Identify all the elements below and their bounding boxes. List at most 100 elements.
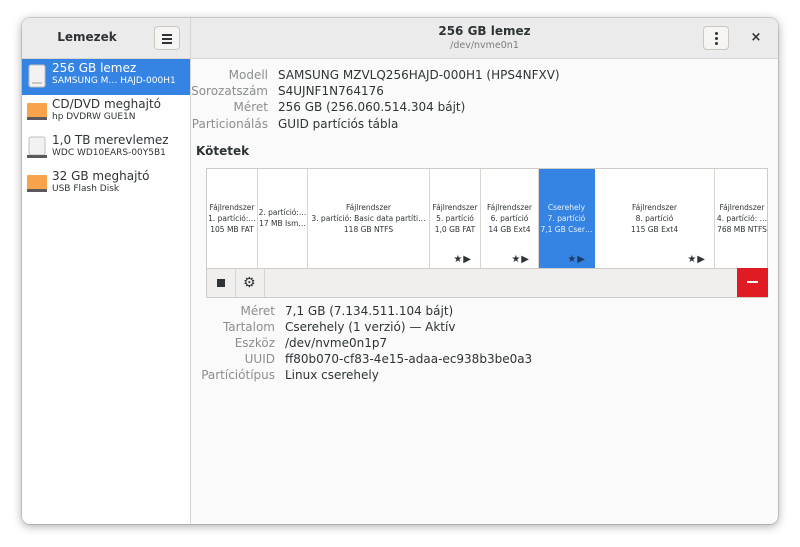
partition-name: 7. partíció bbox=[547, 214, 586, 223]
gear-icon: ⚙ bbox=[243, 275, 256, 291]
partition-type: Fájlrendszer bbox=[346, 203, 391, 212]
partition-6[interactable]: Fájlrendszer 6. partíció 14 GB Ext4 ★▶ bbox=[481, 169, 539, 268]
partition-name: 6. partíció bbox=[490, 214, 529, 223]
sidebar-item-256gb-disk[interactable]: 256 GB lemez SAMSUNG M… HAJD-000H1 bbox=[22, 59, 190, 95]
partition-size: 105 MB FAT bbox=[210, 225, 254, 234]
partition-4[interactable]: Fájlrendszer 4. partíció: … 768 MB NTFS bbox=[715, 169, 768, 268]
model-label: Modell bbox=[228, 68, 268, 82]
partition-size: 1,0 GB FAT bbox=[434, 225, 476, 234]
disk-name: 256 GB lemez bbox=[52, 61, 137, 75]
partition-type-value: Linux cserehely bbox=[285, 368, 379, 382]
partition-size: 768 MB NTFS bbox=[717, 225, 767, 234]
partition-label: Fájlrendszer 4. partíció: … 768 MB NTFS bbox=[715, 202, 768, 235]
partition-settings-button[interactable]: ⚙ bbox=[236, 269, 265, 297]
partition-size: 115 GB Ext4 bbox=[631, 225, 678, 234]
disks-window: Lemezek 256 GB lemez SAMSUNG M… HAJD-000… bbox=[22, 18, 778, 524]
partition-label: Fájlrendszer 6. partíció 14 GB Ext4 bbox=[481, 202, 538, 235]
mounted-play-icon: ★▶ bbox=[511, 254, 530, 265]
partition-name: 1. partíció:… bbox=[208, 214, 256, 223]
partition-2[interactable]: 2. partíció:… 17 MB Ism… bbox=[258, 169, 308, 268]
device-value: /dev/nvme0n1p7 bbox=[285, 336, 388, 350]
sidebar-item-32gb-usb-drive[interactable]: 32 GB meghajtó USB Flash Disk bbox=[22, 167, 190, 203]
usb-drive-icon bbox=[27, 175, 47, 192]
disk-name: 32 GB meghajtó bbox=[52, 169, 150, 183]
partition-toolbar: ⚙ bbox=[206, 268, 768, 298]
uuid-value: ff80b070-cf83-4e15-adaa-ec938b3be0a3 bbox=[285, 352, 533, 366]
serial-value: S4UJNF1N764176 bbox=[278, 84, 384, 98]
sidebar-header: Lemezek bbox=[22, 18, 190, 59]
partition-size: 7,1 GB Cser… bbox=[540, 225, 593, 234]
sidebar-item-1tb-hard-disk[interactable]: 1,0 TB merevlemez WDC WD10EARS-00Y5B1 bbox=[22, 131, 190, 167]
partition-name: 8. partíció bbox=[635, 214, 674, 223]
partition-label: Fájlrendszer 1. partíció:… 105 MB FAT bbox=[207, 202, 257, 235]
menu-icon-bar bbox=[162, 42, 172, 44]
stop-icon bbox=[217, 279, 225, 287]
delete-partition-button[interactable] bbox=[737, 268, 768, 297]
volume-map: Fájlrendszer 1. partíció:… 105 MB FAT 2.… bbox=[206, 168, 768, 269]
device-path: /dev/nvme0n1 bbox=[450, 40, 519, 51]
volumes-heading: Kötetek bbox=[196, 144, 250, 158]
main-header: 256 GB lemez /dev/nvme0n1 × bbox=[191, 18, 778, 59]
menu-icon bbox=[162, 34, 172, 36]
partition-name: 2. partíció:… bbox=[258, 208, 307, 217]
device-label: Eszköz bbox=[234, 336, 275, 350]
partition-label: Fájlrendszer 5. partíció 1,0 GB FAT bbox=[430, 202, 480, 235]
contents-value: Cserehely (1 verzió) — Aktív bbox=[285, 320, 456, 334]
stop-swap-button[interactable] bbox=[207, 269, 236, 297]
minus-icon bbox=[747, 281, 758, 283]
sidebar: Lemezek 256 GB lemez SAMSUNG M… HAJD-000… bbox=[22, 18, 191, 524]
partition-type: Fájlrendszer bbox=[632, 203, 677, 212]
partition-type: Fájlrendszer bbox=[487, 203, 532, 212]
serial-label: Sorozatszám bbox=[191, 84, 268, 98]
optical-drive-icon bbox=[27, 103, 47, 120]
partition-size-value: 7,1 GB (7.134.511.104 bájt) bbox=[285, 304, 454, 318]
partition-1[interactable]: Fájlrendszer 1. partíció:… 105 MB FAT bbox=[207, 169, 258, 268]
partition-5[interactable]: Fájlrendszer 5. partíció 1,0 GB FAT ★▶ bbox=[430, 169, 481, 268]
sidebar-title: Lemezek bbox=[57, 30, 117, 44]
hamburger-menu-button[interactable] bbox=[154, 26, 180, 50]
disk-title: 256 GB lemez bbox=[438, 24, 531, 38]
sidebar-item-cd-dvd-drive[interactable]: CD/DVD meghajtó hp DVDRW GUE1N bbox=[22, 95, 190, 131]
size-label: Méret bbox=[233, 100, 269, 114]
partition-label: Cserehely 7. partíció 7,1 GB Cser… bbox=[539, 202, 594, 235]
partition-type-label: Partíciótípus bbox=[201, 368, 275, 382]
partition-8[interactable]: Fájlrendszer 8. partíció 115 GB Ext4 ★▶ bbox=[595, 169, 715, 268]
partition-name: 5. partíció bbox=[436, 214, 474, 223]
partitioning-value: GUID partíciós tábla bbox=[278, 117, 399, 131]
kebab-menu-icon-dot bbox=[715, 42, 718, 45]
mounted-play-icon: ★▶ bbox=[567, 254, 586, 265]
disk-model: hp DVDRW GUE1N bbox=[52, 112, 136, 122]
partition-name: 3. partíció: Basic data partíti… bbox=[311, 214, 426, 223]
partition-3[interactable]: Fájlrendszer 3. partíció: Basic data par… bbox=[308, 169, 430, 268]
uuid-label: UUID bbox=[244, 352, 275, 366]
disk-model: WDC WD10EARS-00Y5B1 bbox=[52, 148, 166, 158]
kebab-menu-icon bbox=[715, 32, 718, 35]
partition-size-label: Méret bbox=[240, 304, 276, 318]
partition-type: Fájlrendszer bbox=[719, 203, 765, 212]
partition-label: Fájlrendszer 8. partíció 115 GB Ext4 bbox=[595, 202, 714, 235]
partition-type: Fájlrendszer bbox=[209, 203, 255, 212]
ssd-drive-icon bbox=[28, 64, 46, 88]
close-button[interactable]: × bbox=[745, 27, 767, 49]
hard-disk-icon bbox=[27, 136, 47, 158]
disk-name: CD/DVD meghajtó bbox=[52, 97, 161, 111]
partition-7-swap[interactable]: Cserehely 7. partíció 7,1 GB Cser… ★▶ bbox=[539, 169, 595, 268]
kebab-menu-icon-dot bbox=[715, 37, 718, 40]
size-value: 256 GB (256.060.514.304 bájt) bbox=[278, 100, 466, 114]
disk-model: USB Flash Disk bbox=[52, 184, 120, 194]
partition-type: Fájlrendszer bbox=[432, 203, 478, 212]
partition-type: Cserehely bbox=[547, 203, 586, 212]
mounted-play-icon: ★▶ bbox=[687, 254, 706, 265]
mounted-play-icon: ★▶ bbox=[453, 254, 472, 265]
partitioning-label: Particionálás bbox=[191, 117, 268, 131]
disk-name: 1,0 TB merevlemez bbox=[52, 133, 169, 147]
partition-label: Fájlrendszer 3. partíció: Basic data par… bbox=[308, 202, 429, 235]
menu-icon-bar bbox=[162, 38, 172, 40]
partition-size: 118 GB NTFS bbox=[343, 225, 394, 234]
disk-menu-button[interactable] bbox=[703, 26, 729, 50]
contents-label: Tartalom bbox=[222, 320, 275, 334]
partition-size: 17 MB Ism… bbox=[259, 219, 306, 228]
partition-size: 14 GB Ext4 bbox=[488, 225, 531, 234]
partition-name: 4. partíció: … bbox=[716, 214, 768, 223]
disk-model: SAMSUNG M… HAJD-000H1 bbox=[52, 76, 176, 86]
